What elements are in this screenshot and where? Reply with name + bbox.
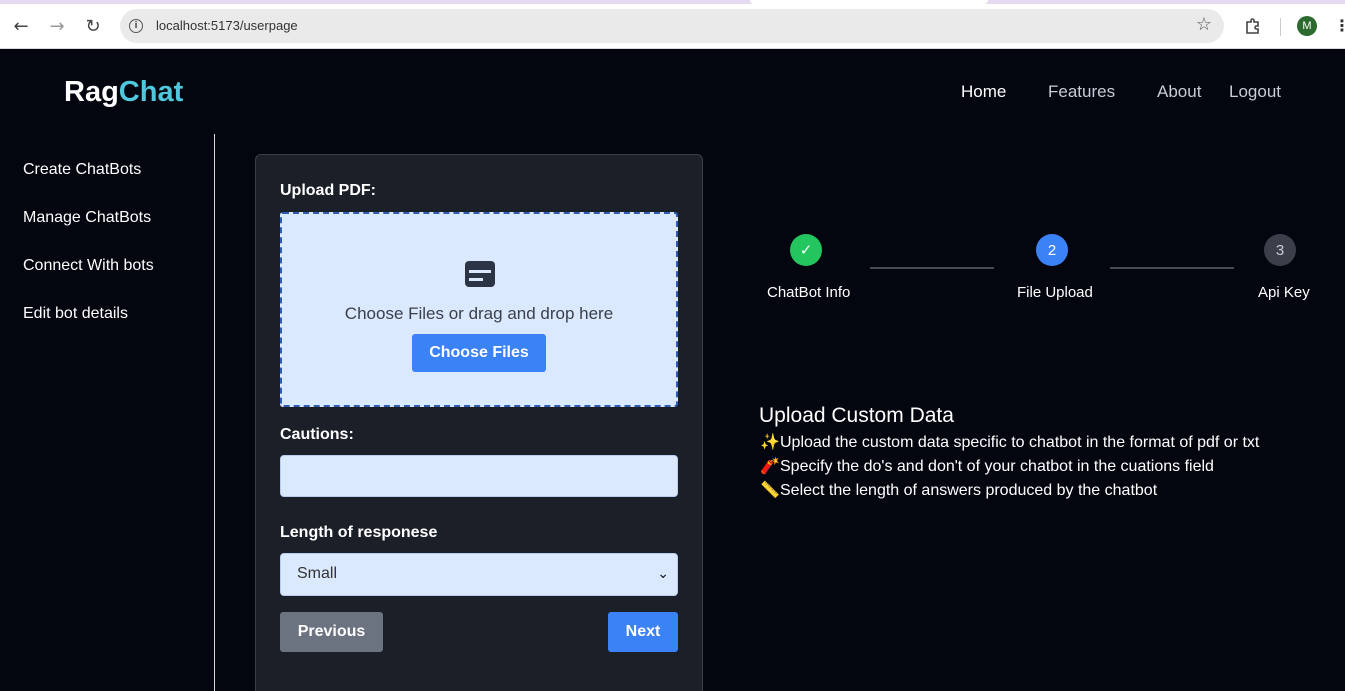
firecracker-icon: 🧨 [760, 458, 780, 475]
sidebar-item-manage-chatbots[interactable]: Manage ChatBots [23, 209, 151, 227]
info-line: 🧨Specify the do's and don't of your chat… [760, 456, 1214, 476]
info-line: 📏Select the length of answers produced b… [760, 480, 1157, 500]
reload-icon[interactable]: ↻ [81, 14, 105, 38]
next-button[interactable]: Next [608, 612, 678, 652]
site-info-icon[interactable]: i [129, 19, 143, 33]
app-logo[interactable]: RagChat [64, 76, 183, 109]
cautions-label: Cautions: [280, 426, 354, 443]
sparkles-icon: ✨ [760, 434, 780, 451]
profile-avatar[interactable]: M [1297, 16, 1317, 36]
nav-about[interactable]: About [1157, 82, 1201, 102]
sidebar-item-create-chatbots[interactable]: Create ChatBots [23, 161, 141, 179]
browser-menu-icon[interactable]: ⋮ [1334, 16, 1345, 35]
nav-home[interactable]: Home [961, 82, 1006, 102]
info-line-text: Upload the custom data specific to chatb… [780, 434, 1260, 451]
address-bar[interactable]: i localhost:5173/userpage ☆ [120, 9, 1224, 43]
info-title: Upload Custom Data [759, 404, 954, 427]
step-connector-1 [870, 267, 994, 269]
sidebar-divider [214, 134, 215, 691]
dropzone-text: Choose Files or drag and drop here [344, 304, 614, 323]
browser-toolbar: ← → ↻ i localhost:5173/userpage ☆ M ⋮ [0, 4, 1345, 49]
step-2-indicator: 2 [1036, 234, 1068, 266]
step-3-indicator: 3 [1264, 234, 1296, 266]
logo-chat: Chat [118, 76, 184, 108]
file-dropzone[interactable]: Choose Files or drag and drop here Choos… [280, 212, 678, 407]
nav-features[interactable]: Features [1048, 82, 1115, 102]
sidebar-item-connect-with-bots[interactable]: Connect With bots [23, 257, 154, 275]
length-selected-value: Small [297, 565, 338, 582]
step-connector-2 [1110, 267, 1234, 269]
bookmark-star-icon[interactable]: ☆ [1196, 14, 1212, 35]
info-line-text: Specify the do's and don't of your chatb… [780, 458, 1214, 475]
back-arrow-icon[interactable]: ← [9, 14, 33, 38]
upload-pdf-label: Upload PDF: [280, 182, 376, 199]
step-label-chatbot-info: ChatBot Info [767, 284, 851, 301]
url-text[interactable]: localhost:5173/userpage [156, 18, 298, 33]
toolbar-separator [1280, 18, 1281, 36]
extensions-icon[interactable] [1241, 14, 1265, 38]
length-select[interactable]: Small ⌄ [280, 553, 678, 596]
forward-arrow-icon[interactable]: → [45, 14, 69, 38]
chevron-down-icon: ⌄ [657, 565, 669, 581]
length-of-response-label: Length of responese [280, 524, 438, 541]
upload-form-card: Upload PDF: Choose Files or drag and dro… [255, 154, 703, 691]
previous-button[interactable]: Previous [280, 612, 383, 652]
step-1-check-icon: ✓ [790, 234, 822, 266]
step-label-api-key: Api Key [1258, 284, 1310, 301]
document-icon [465, 261, 495, 287]
info-line: ✨Upload the custom data specific to chat… [760, 432, 1259, 452]
step-label-file-upload: File Upload [1017, 284, 1093, 301]
info-line-text: Select the length of answers produced by… [780, 482, 1158, 499]
cautions-input[interactable] [280, 455, 678, 497]
nav-logout[interactable]: Logout [1229, 82, 1281, 102]
ruler-icon: 📏 [760, 482, 780, 499]
logo-rag: Rag [64, 76, 119, 108]
choose-files-button[interactable]: Choose Files [412, 334, 546, 372]
sidebar-item-edit-bot-details[interactable]: Edit bot details [23, 305, 128, 323]
